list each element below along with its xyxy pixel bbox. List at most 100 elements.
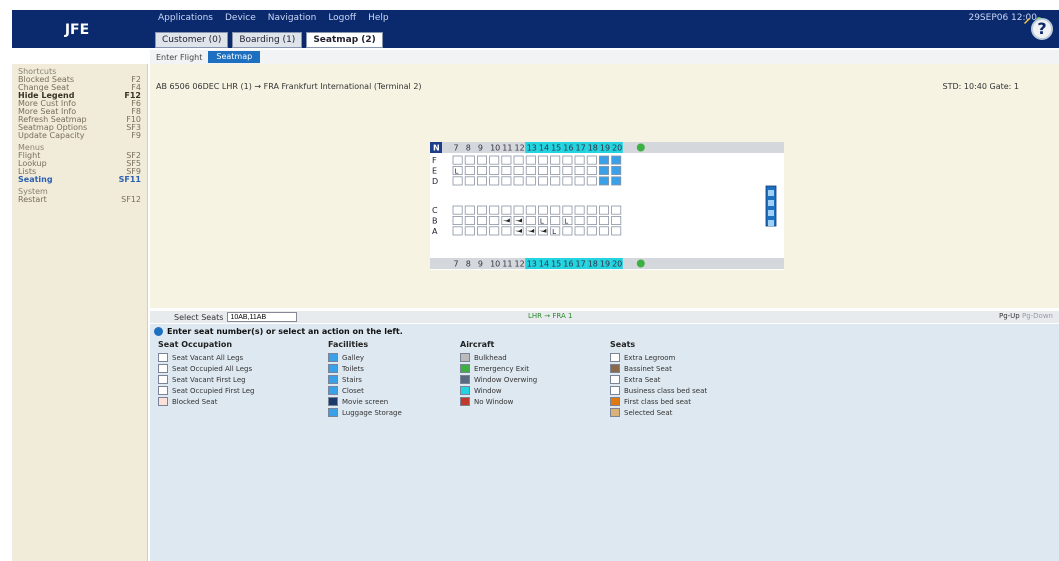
seat[interactable] [562,155,573,165]
legend-item-label: Blocked Seat [172,397,218,406]
seat[interactable] [586,205,597,215]
seat[interactable] [489,176,500,186]
tab-boarding[interactable]: Boarding (1) [232,32,303,48]
tab-customer[interactable]: Customer (0) [155,32,229,48]
seat[interactable] [525,205,536,215]
menu-logoff[interactable]: Logoff [328,13,356,23]
seat[interactable] [464,226,475,236]
help-icon[interactable]: ? [1031,18,1053,40]
seat[interactable] [574,155,585,165]
seat[interactable] [525,176,536,186]
seat[interactable] [574,216,585,226]
window-seat[interactable] [598,165,609,175]
window-seat[interactable] [598,155,609,165]
seat[interactable] [489,155,500,165]
seat[interactable] [525,216,536,226]
seat[interactable] [550,165,561,175]
seat[interactable] [477,226,488,236]
seat[interactable] [452,216,463,226]
seat[interactable] [598,205,609,215]
seat[interactable] [611,226,622,236]
menu-navigation[interactable]: Navigation [268,13,317,23]
window-seat[interactable] [611,165,622,175]
emergency-exit-icon [636,259,645,268]
select-seats-input[interactable] [227,312,298,322]
seat-marker-l: L [552,228,556,236]
seat[interactable] [562,176,573,186]
pencil-icon[interactable] [1023,16,1031,24]
seat[interactable] [513,205,524,215]
seat[interactable] [477,176,488,186]
tab-seatmap[interactable]: Seatmap (2) [306,32,383,48]
seat[interactable] [586,155,597,165]
seat[interactable] [550,176,561,186]
seat[interactable] [611,205,622,215]
seat[interactable] [501,155,512,165]
seat[interactable] [550,155,561,165]
seat[interactable] [574,176,585,186]
seat[interactable] [562,226,573,236]
pg-up-button[interactable]: Pg-Up [999,312,1020,320]
seat[interactable] [477,155,488,165]
seat[interactable] [501,165,512,175]
seat[interactable] [538,155,549,165]
legend-item-label: Luggage Storage [342,408,402,417]
seat[interactable] [562,165,573,175]
seat[interactable] [525,165,536,175]
sidebar-item-restart[interactable]: Restart SF12 [12,196,147,204]
seat[interactable] [513,176,524,186]
sidebar-item-update-capacity[interactable]: Update Capacity F9 [12,132,147,140]
seat[interactable] [489,205,500,215]
seat[interactable] [501,205,512,215]
seat[interactable] [452,155,463,165]
menu-device[interactable]: Device [225,13,256,23]
seat[interactable] [477,165,488,175]
seat[interactable] [513,155,524,165]
seat[interactable] [550,205,561,215]
menu-help[interactable]: Help [368,13,389,23]
seat[interactable] [501,176,512,186]
seat[interactable] [464,165,475,175]
seat[interactable] [452,226,463,236]
window-seat[interactable] [598,176,609,186]
seat[interactable] [574,205,585,215]
window-seat[interactable] [611,176,622,186]
seat[interactable] [586,176,597,186]
seat[interactable] [464,205,475,215]
legend-item-label: Seat Occupied All Legs [172,364,253,373]
seat[interactable] [550,216,561,226]
seat[interactable] [464,155,475,165]
seat[interactable] [489,165,500,175]
seat[interactable] [538,165,549,175]
seat[interactable] [598,216,609,226]
seat[interactable] [452,176,463,186]
window-seat[interactable] [611,155,622,165]
seat[interactable] [611,216,622,226]
seat[interactable] [477,205,488,215]
breadcrumb-enter-flight[interactable]: Enter Flight [150,53,208,62]
seat[interactable] [586,165,597,175]
seat[interactable] [489,216,500,226]
seat[interactable] [538,176,549,186]
seat[interactable] [598,226,609,236]
seat[interactable] [501,226,512,236]
seat[interactable] [489,226,500,236]
seat[interactable] [562,205,573,215]
seat[interactable] [513,165,524,175]
seat[interactable] [586,216,597,226]
sidebar-item-seating[interactable]: Seating SF11 [12,176,147,184]
seat[interactable] [574,226,585,236]
seat[interactable] [464,216,475,226]
seat[interactable] [464,176,475,186]
pg-down-button[interactable]: Pg-Down [1022,312,1053,320]
legend-item-label: Seat Occupied First Leg [172,386,255,395]
menu-applications[interactable]: Applications [158,13,213,23]
seat[interactable] [586,226,597,236]
seat[interactable] [525,155,536,165]
column-number: 18 [588,260,598,269]
seat[interactable] [477,216,488,226]
seat[interactable] [538,205,549,215]
legend-panel: Enter seat number(s) or select an action… [150,324,1059,561]
seat[interactable] [574,165,585,175]
seat[interactable] [452,205,463,215]
